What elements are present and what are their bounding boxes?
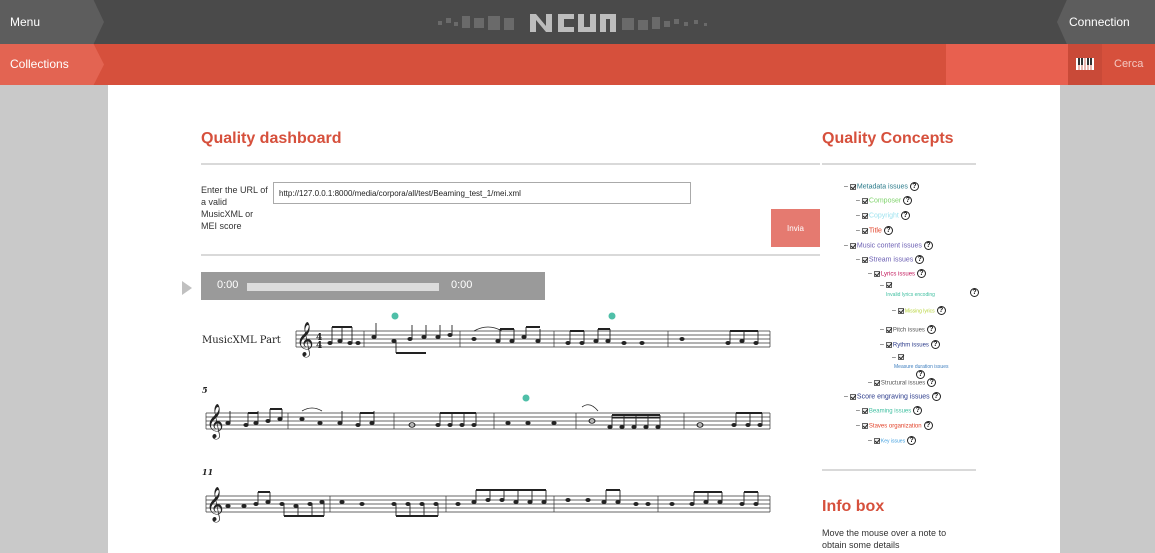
tree-node[interactable]: – Score engraving issues?	[844, 392, 941, 401]
help-icon[interactable]: ?	[883, 226, 893, 235]
piano-keyboard-button[interactable]	[1068, 44, 1102, 85]
tree-node[interactable]: – Title?	[856, 226, 893, 235]
divider	[201, 254, 820, 256]
help-icon[interactable]: ?	[907, 436, 917, 445]
help-icon[interactable]: ?	[923, 241, 933, 250]
right-gutter	[1060, 85, 1155, 553]
tree-node[interactable]: – Copyright?	[856, 211, 910, 220]
neuma-logo	[438, 14, 707, 32]
tree-node[interactable]: – Composer?	[856, 196, 913, 205]
help-icon[interactable]: ?	[970, 288, 979, 297]
info-box-title: Info box	[822, 498, 885, 515]
audio-player: 0:00 0:00	[201, 272, 545, 300]
score-view[interactable]: 𝄞 𝄞 𝄞 4 4 MusicXML Part 5 11	[198, 307, 778, 553]
total-time: 0:00	[451, 279, 473, 291]
checkbox[interactable]	[897, 354, 904, 361]
checkbox[interactable]	[861, 227, 868, 234]
help-icon[interactable]: ?	[903, 196, 913, 205]
url-input[interactable]	[273, 182, 691, 204]
checkbox[interactable]	[885, 282, 892, 289]
tree-node[interactable]: – Beaming issues?	[856, 406, 923, 415]
help-icon[interactable]: ?	[926, 325, 936, 334]
checkbox[interactable]	[897, 307, 904, 314]
connection-button[interactable]: Connection	[1057, 0, 1155, 44]
current-time: 0:00	[217, 279, 239, 291]
checkbox[interactable]	[873, 437, 880, 444]
help-icon[interactable]: ?	[923, 421, 933, 430]
search-button[interactable]: Cerca	[1102, 44, 1155, 85]
help-icon[interactable]: ?	[909, 182, 919, 191]
checkbox[interactable]	[849, 393, 856, 400]
checkbox[interactable]	[873, 270, 880, 277]
help-icon[interactable]: ?	[931, 392, 941, 401]
checkbox[interactable]	[861, 197, 868, 204]
checkbox[interactable]	[849, 183, 856, 190]
measure-number: 11	[202, 467, 213, 477]
seek-bar[interactable]	[247, 283, 439, 291]
checkbox[interactable]	[861, 407, 868, 414]
tree-node[interactable]: – Missing lyrics?	[892, 306, 946, 315]
divider	[822, 163, 976, 165]
tree-node[interactable]: – Staves organization?	[856, 421, 933, 430]
search-field-area[interactable]	[946, 44, 1068, 85]
help-icon[interactable]: ?	[930, 340, 940, 349]
collections-button[interactable]: Collections	[0, 44, 104, 85]
tree-node[interactable]: – Key issues?	[868, 436, 917, 445]
checkbox[interactable]	[873, 379, 880, 386]
tree-node[interactable]: – Music content issues?	[844, 241, 933, 250]
svg-text:𝄞: 𝄞	[206, 487, 224, 523]
piano-keyboard-icon	[1076, 58, 1094, 70]
checkbox[interactable]	[885, 326, 892, 333]
checkbox[interactable]	[861, 422, 868, 429]
play-icon[interactable]	[182, 281, 192, 295]
svg-text:4: 4	[316, 341, 322, 351]
submit-button[interactable]: Invia	[771, 209, 820, 247]
checkbox[interactable]	[861, 256, 868, 263]
help-icon[interactable]: ?	[913, 406, 923, 415]
tree-node[interactable]: – Lyrics issues?	[868, 269, 927, 278]
tree-node[interactable]: – Stream issues?	[856, 255, 925, 264]
help-icon[interactable]: ?	[927, 378, 937, 387]
tree-node[interactable]: – Invalid lyrics encoding?	[880, 282, 979, 298]
tree-node[interactable]: – Metadata issues?	[844, 182, 919, 191]
sub-nav-bar: Collections Cerca	[0, 44, 1155, 85]
tree-node[interactable]: – Structural issues?	[868, 378, 937, 387]
divider	[201, 163, 820, 165]
page-title: Quality dashboard	[201, 130, 342, 147]
tree-node[interactable]: – Measure duration issues?	[892, 354, 948, 379]
menu-button[interactable]: Menu	[0, 0, 104, 44]
svg-text:𝄞: 𝄞	[296, 322, 314, 358]
measure-number: 5	[202, 385, 208, 395]
tree-node[interactable]: – Rythm issues?	[880, 340, 940, 349]
part-name: MusicXML Part	[202, 335, 281, 346]
top-nav-bar: Menu Connection	[0, 0, 1155, 44]
concepts-title: Quality Concepts	[822, 130, 954, 147]
checkbox[interactable]	[861, 212, 868, 219]
checkbox[interactable]	[885, 341, 892, 348]
divider	[822, 469, 976, 471]
checkbox[interactable]	[849, 242, 856, 249]
info-box-text: Move the mouse over a note to obtain som…	[822, 528, 947, 550]
help-icon[interactable]: ?	[900, 211, 910, 220]
url-label: Enter the URL of a valid MusicXML or MEI…	[201, 185, 268, 231]
main-content: Quality dashboard Quality Concepts Enter…	[108, 85, 1060, 553]
tree-node[interactable]: – Pitch issues?	[880, 325, 936, 334]
svg-text:𝄞: 𝄞	[206, 404, 224, 440]
help-icon[interactable]: ?	[915, 255, 925, 264]
help-icon[interactable]: ?	[936, 306, 946, 315]
help-icon[interactable]: ?	[917, 269, 927, 278]
